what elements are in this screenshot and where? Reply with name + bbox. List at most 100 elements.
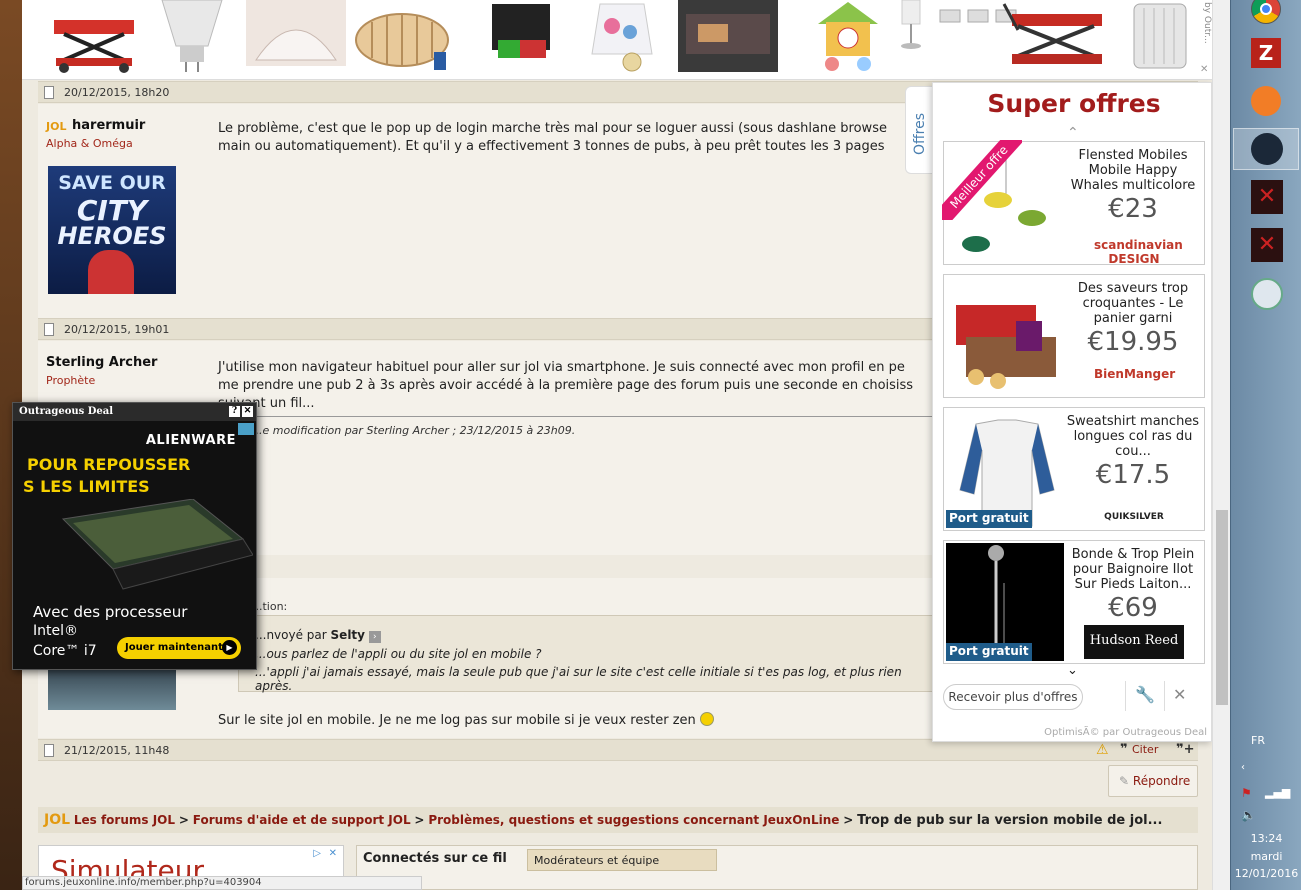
ad-headline: POUR REPOUSSER bbox=[27, 455, 191, 474]
quote-sent-by: ...nvoyé par Selty › bbox=[255, 628, 381, 643]
offer-brand-logo: scandinavian DESIGN bbox=[1094, 238, 1183, 266]
quote-label: ...tion: bbox=[252, 600, 288, 613]
scrollbar-thumb[interactable] bbox=[1216, 510, 1228, 705]
steam-icon[interactable] bbox=[1233, 128, 1299, 170]
quote-line: ...ous parlez de l'appli ou du site jol … bbox=[255, 647, 542, 661]
clock-day[interactable]: mardi bbox=[1231, 850, 1301, 863]
offer-brand-logo: BienManger bbox=[1094, 367, 1176, 381]
multi-quote-icon[interactable]: ❞+ bbox=[1176, 742, 1195, 757]
teamspeak-icon[interactable] bbox=[1251, 278, 1283, 310]
user-avatar[interactable]: SAVE OUR CITY HEROES bbox=[48, 166, 176, 294]
app-red-x-icon[interactable]: ✕ bbox=[1251, 180, 1283, 214]
offer-card[interactable]: Des saveurs trop croquantes - Le panier … bbox=[943, 274, 1205, 398]
reply-text: Sur le site jol en mobile. Je ne me log … bbox=[218, 712, 714, 730]
ad-header-title: Outrageous Deal bbox=[19, 406, 114, 417]
post-username[interactable]: harermuir bbox=[72, 118, 145, 133]
post-user-rank: Alpha & Oméga bbox=[46, 137, 133, 150]
connected-users-panel: Connectés sur ce fil Modérateurs et équi… bbox=[356, 845, 1198, 890]
chrome-icon[interactable] bbox=[1251, 0, 1281, 24]
ad-product-red-lift[interactable] bbox=[998, 0, 1102, 74]
avatar-hero-figure bbox=[88, 250, 134, 294]
offer-image-gift-basket bbox=[946, 277, 1064, 395]
close-icon[interactable]: ✕ bbox=[242, 406, 253, 417]
close-icon[interactable]: ✕ bbox=[1173, 685, 1186, 704]
jol-logo-icon[interactable]: JOL bbox=[44, 812, 70, 828]
avatar-partial[interactable] bbox=[48, 670, 176, 710]
top-product-ad-strip[interactable]: by Outr... ✕ bbox=[22, 0, 1212, 80]
citer-link[interactable]: Citer bbox=[1132, 743, 1158, 756]
breadcrumb-item[interactable]: Problèmes, questions et suggestions conc… bbox=[428, 813, 839, 827]
adchoices-icon[interactable] bbox=[238, 423, 254, 435]
ad-close-icon[interactable]: ✕ bbox=[329, 848, 337, 859]
page-scrollbar[interactable] bbox=[1212, 0, 1230, 890]
app-orange-icon[interactable] bbox=[1251, 86, 1281, 116]
ad-product-lift-table[interactable] bbox=[44, 0, 144, 74]
adchoices-icon[interactable]: ▷ bbox=[313, 848, 321, 859]
quote-icon[interactable]: ❞ bbox=[1120, 742, 1128, 757]
port-gratuit-badge: Port gratuit bbox=[946, 510, 1032, 528]
post-username[interactable]: Sterling Archer bbox=[46, 355, 157, 370]
more-offers-button[interactable]: Recevoir plus d'offres bbox=[943, 684, 1083, 710]
quote-author[interactable]: Selty bbox=[331, 628, 365, 642]
post-doc-icon bbox=[44, 744, 54, 757]
ad-header: Outrageous Deal ? ✕ bbox=[13, 403, 256, 421]
smiley-icon bbox=[699, 712, 714, 726]
help-icon[interactable]: ? bbox=[229, 406, 240, 417]
ad-product-led-bulb[interactable] bbox=[142, 0, 242, 74]
offer-card[interactable]: Bonde & Trop Plein pour Baignoire Ilot S… bbox=[943, 540, 1205, 664]
breadcrumb-item[interactable]: Forums d'aide et de support JOL bbox=[193, 813, 411, 827]
post-user-rank: Prophète bbox=[46, 374, 96, 387]
offer-card[interactable]: Sweatshirt manches longues col ras du co… bbox=[943, 407, 1205, 531]
offer-card[interactable]: Meilleur offre Flensted Mobiles Mobile H… bbox=[942, 140, 1205, 266]
offer-price: €23 bbox=[1108, 194, 1158, 224]
app-red-x-icon[interactable]: ✕ bbox=[1251, 228, 1283, 262]
post-text-line: main ou automatiquement). Et qu'il y a e… bbox=[218, 139, 885, 154]
settings-wrench-icon[interactable]: 🔧 bbox=[1125, 681, 1165, 711]
ad-close-icon[interactable]: ✕ bbox=[1200, 64, 1208, 75]
ad-product-ink-cartridge[interactable] bbox=[472, 0, 572, 74]
report-warning-icon[interactable]: ⚠ bbox=[1096, 742, 1109, 758]
reply-text-content: Sur le site jol en mobile. Je ne me log … bbox=[218, 713, 696, 728]
ad-cta-button[interactable]: Jouer maintenant ▶ bbox=[117, 637, 241, 659]
filezilla-icon[interactable]: Z bbox=[1251, 38, 1281, 68]
offer-title: Bonde & Trop Plein pour Baignoire Ilot S… bbox=[1071, 547, 1195, 592]
breadcrumb: JOL Les forums JOL > Forums d'aide et de… bbox=[38, 807, 1198, 833]
ad-product-screen[interactable] bbox=[678, 0, 778, 74]
avatar-text: SAVE OUR bbox=[58, 172, 166, 194]
clock-time[interactable]: 13:24 bbox=[1231, 832, 1301, 845]
goto-post-icon[interactable]: › bbox=[368, 631, 381, 643]
offres-tab-label: Offres bbox=[912, 112, 928, 155]
ad-product-tent[interactable] bbox=[246, 0, 346, 74]
tray-chevron-icon[interactable]: ‹ bbox=[1241, 762, 1245, 773]
clock-date[interactable]: 12/01/2016 bbox=[1231, 867, 1301, 880]
ad-product-radiator[interactable] bbox=[1130, 0, 1190, 74]
super-offres-title: Super offres bbox=[987, 89, 1161, 118]
port-gratuit-badge: Port gratuit bbox=[946, 643, 1032, 661]
offer-title: Flensted Mobiles Mobile Happy Whales mul… bbox=[1070, 148, 1196, 193]
ad-cta-label: Jouer maintenant bbox=[125, 642, 223, 653]
offres-tab[interactable]: Offres bbox=[905, 86, 933, 174]
ad-subtext: Avec des processeur bbox=[33, 603, 188, 621]
super-offres-panel: Super offres ⌃ Meilleur offre Flensted M… bbox=[932, 82, 1212, 742]
volume-icon[interactable]: 🔈 bbox=[1241, 808, 1256, 822]
ad-product-playpen[interactable] bbox=[352, 0, 452, 74]
alienware-ad-popup[interactable]: Outrageous Deal ? ✕ ALIENWARE POUR REPOU… bbox=[12, 402, 257, 670]
breadcrumb-item[interactable]: Les forums JOL bbox=[74, 813, 175, 827]
ad-product-cuckoo-clock[interactable] bbox=[798, 0, 898, 74]
chevron-down-icon[interactable]: ⌄ bbox=[1067, 663, 1078, 678]
quote-sent-by-label: ...nvoyé par bbox=[255, 628, 327, 642]
chevron-up-icon[interactable]: ⌃ bbox=[1067, 125, 1079, 141]
ad-product-lamp[interactable] bbox=[582, 0, 682, 74]
offer-title: Sweatshirt manches longues col ras du co… bbox=[1066, 414, 1200, 459]
meilleur-offre-ribbon: Meilleur offre bbox=[942, 140, 1022, 220]
reply-button[interactable]: ✎ Répondre bbox=[1108, 765, 1198, 797]
breadcrumb-current: Trop de pub sur la version mobile de jol… bbox=[857, 813, 1163, 828]
network-icon[interactable]: ▂▄▆ bbox=[1265, 786, 1290, 799]
input-language[interactable]: FR bbox=[1251, 734, 1265, 747]
offer-price: €69 bbox=[1108, 593, 1158, 623]
action-center-icon[interactable]: ⚑ bbox=[1241, 786, 1252, 800]
status-bar-url: forums.jeuxonline.info/member.php?u=4039… bbox=[22, 876, 422, 890]
offer-brand-logo: QUIKSILVER bbox=[1104, 512, 1164, 522]
quote-box: ...nvoyé par Selty › ...ous parlez de l'… bbox=[238, 615, 938, 693]
breadcrumb-separator: > bbox=[414, 813, 425, 827]
